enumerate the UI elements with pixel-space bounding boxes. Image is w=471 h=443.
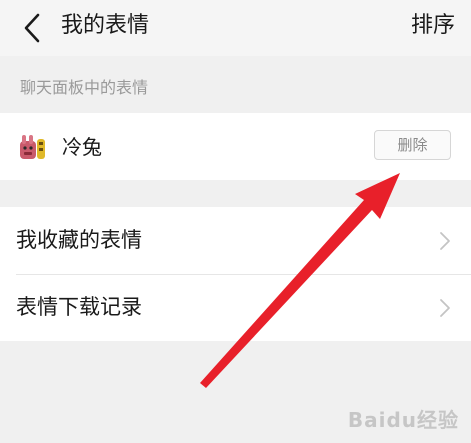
baidu-watermark: Baidu经验 xyxy=(347,408,459,432)
top-bar: 我的表情 排序 xyxy=(0,0,471,56)
delete-button[interactable]: 删除 xyxy=(374,130,451,160)
emoji-pack-name: 冷兔 xyxy=(62,135,102,159)
chevron-right-icon xyxy=(440,299,450,317)
emoji-pack-row: 冷兔 删除 xyxy=(0,113,471,180)
chevron-right-icon xyxy=(440,232,450,250)
sort-button[interactable]: 排序 xyxy=(411,10,455,42)
emoji-pack-thumbnail xyxy=(20,135,45,159)
menu-item-label: 我收藏的表情 xyxy=(16,228,142,252)
section-label-chat-panel: 聊天面板中的表情 xyxy=(20,78,149,97)
emoji-menu-list: 我收藏的表情 表情下载记录 xyxy=(0,207,471,341)
chevron-left-icon xyxy=(24,13,40,43)
back-button[interactable] xyxy=(12,8,52,48)
menu-item-label: 表情下载记录 xyxy=(16,295,142,319)
menu-item-favorite-emojis[interactable]: 我收藏的表情 xyxy=(0,207,471,274)
page-title: 我的表情 xyxy=(61,13,150,38)
menu-item-download-history[interactable]: 表情下载记录 xyxy=(0,274,471,341)
